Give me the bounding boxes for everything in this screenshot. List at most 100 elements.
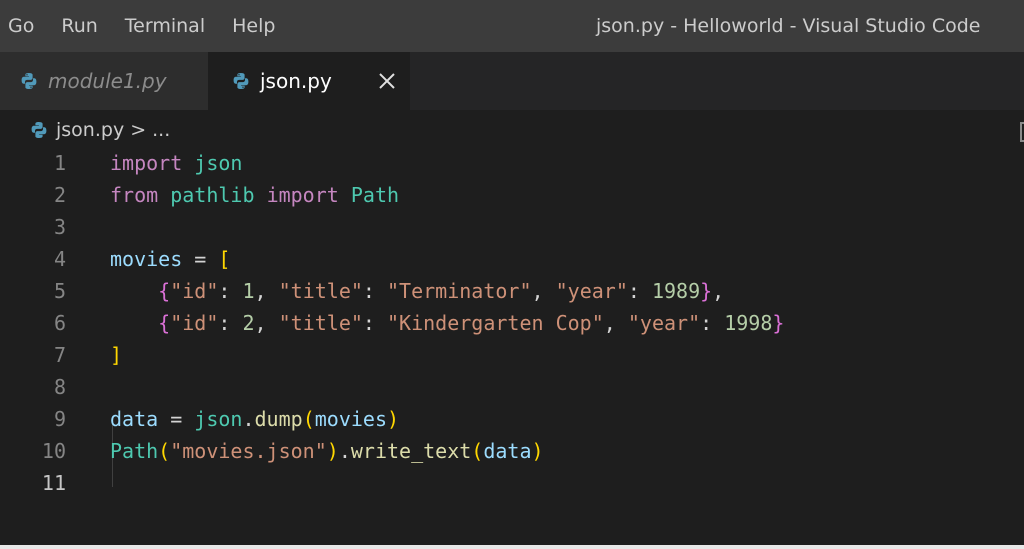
code-line[interactable]: 8 <box>0 371 1024 403</box>
code-token: "title" <box>278 311 363 335</box>
code-text: import json <box>110 147 242 179</box>
menu-run[interactable]: Run <box>61 14 97 38</box>
code-token: [ <box>218 247 231 271</box>
code-token: pathlib <box>170 183 255 207</box>
line-number: 7 <box>53 343 66 367</box>
line-number: 5 <box>53 279 66 303</box>
tab-label: json.py <box>260 69 332 93</box>
code-editor[interactable]: 1 import json 2 from pathlib import Path 3 4 m… <box>0 147 1024 549</box>
code-token: ( <box>158 439 171 463</box>
breadcrumb-file[interactable]: json.py <box>56 119 124 141</box>
python-icon <box>21 73 37 89</box>
code-token: Path <box>110 439 159 463</box>
breadcrumb: json.py > ... <box>30 118 170 142</box>
code-token: ) <box>326 439 339 463</box>
code-token: ] <box>110 343 123 367</box>
line-number: 3 <box>53 215 66 239</box>
code-line[interactable]: 3 <box>0 211 1024 243</box>
code-token: , <box>254 311 279 335</box>
code-text: ] <box>110 339 122 371</box>
code-text: {"id": 2, "title": "Kindergarten Cop", "… <box>110 307 784 339</box>
code-token: data <box>110 407 159 431</box>
editor-actions-edge <box>1020 122 1024 142</box>
close-icon[interactable] <box>374 68 400 94</box>
code-line[interactable]: 10 Path("movies.json").write_text(data) <box>0 435 1024 467</box>
code-text: {"id": 1, "title": "Terminator", "year":… <box>110 275 724 307</box>
code-token: = <box>158 407 195 431</box>
code-token: 2 <box>242 311 255 335</box>
code-line[interactable]: 7] <box>0 339 1024 371</box>
code-token: dump <box>254 407 303 431</box>
code-line[interactable]: 11 <box>0 467 1024 499</box>
code-token: ( <box>471 439 484 463</box>
code-token: { <box>158 279 171 303</box>
window-title: json.py - Helloworld - Visual Studio Cod… <box>596 15 981 37</box>
code-line[interactable]: 5 {"id": 1, "title": "Terminator", "year… <box>0 275 1024 307</box>
code-token: : <box>627 279 652 303</box>
code-token: , <box>712 279 725 303</box>
title-bar: Go Run Terminal Help json.py - Helloworl… <box>0 0 1024 52</box>
python-icon <box>31 122 47 138</box>
code-token: . <box>242 407 255 431</box>
code-token: : <box>362 311 388 335</box>
code-token: "year" <box>627 311 701 335</box>
code-token: } <box>700 279 713 303</box>
code-line[interactable]: 6 {"id": 2, "title": "Kindergarten Cop",… <box>0 307 1024 339</box>
breadcrumb-more[interactable]: ... <box>152 119 170 141</box>
line-number: 6 <box>53 311 66 335</box>
code-token: "id" <box>170 279 219 303</box>
code-token: ( <box>302 407 315 431</box>
code-token: : <box>362 279 388 303</box>
code-token: write_text <box>350 439 472 463</box>
code-token: . <box>338 439 351 463</box>
line-number: 8 <box>53 375 66 399</box>
line-number: 10 <box>41 439 66 463</box>
menu-go[interactable]: Go <box>8 14 34 38</box>
code-token: ) <box>531 439 544 463</box>
code-text: movies = [ <box>110 243 230 275</box>
tab-json[interactable]: json.py <box>208 52 410 110</box>
line-number: 4 <box>53 247 66 271</box>
code-token: json <box>194 151 243 175</box>
code-line[interactable]: 9 data = json.dump(movies) <box>0 403 1024 435</box>
menu-help[interactable]: Help <box>232 14 275 38</box>
code-token: from <box>110 183 159 207</box>
tab-label: module1.py <box>48 69 167 93</box>
tab-bar: module1.py json.py <box>0 52 1024 142</box>
code-token: : <box>218 279 243 303</box>
menu-terminal[interactable]: Terminal <box>125 14 205 38</box>
python-icon <box>233 73 249 89</box>
line-number: 11 <box>41 471 66 495</box>
code-token: import <box>266 183 339 207</box>
code-token: import <box>110 151 183 175</box>
code-token: 1989 <box>651 279 701 303</box>
code-line[interactable]: 4 movies = [ <box>0 243 1024 275</box>
code-token: : <box>700 311 725 335</box>
window-bottom-edge <box>0 545 1024 549</box>
code-token: movies <box>314 407 387 431</box>
vscode-window: Go Run Terminal Help json.py - Helloworl… <box>0 0 1024 549</box>
code-text: from pathlib import Path <box>110 179 399 211</box>
code-line[interactable]: 2 from pathlib import Path <box>0 179 1024 211</box>
line-number: 9 <box>53 407 66 431</box>
code-token: "movies.json" <box>170 439 327 463</box>
code-token: json <box>194 407 243 431</box>
code-token: "id" <box>170 311 219 335</box>
line-number: 2 <box>53 183 66 207</box>
code-token: 1 <box>242 279 255 303</box>
menu-bar: Go Run Terminal Help <box>8 14 302 38</box>
code-token: "title" <box>278 279 363 303</box>
code-token: movies <box>110 247 183 271</box>
tab-module1[interactable]: module1.py <box>0 52 208 110</box>
code-line[interactable]: 1 import json <box>0 147 1024 179</box>
code-token: , <box>603 311 628 335</box>
code-token: } <box>772 311 785 335</box>
code-text: data = json.dump(movies) <box>110 403 399 435</box>
line-number: 1 <box>53 151 66 175</box>
